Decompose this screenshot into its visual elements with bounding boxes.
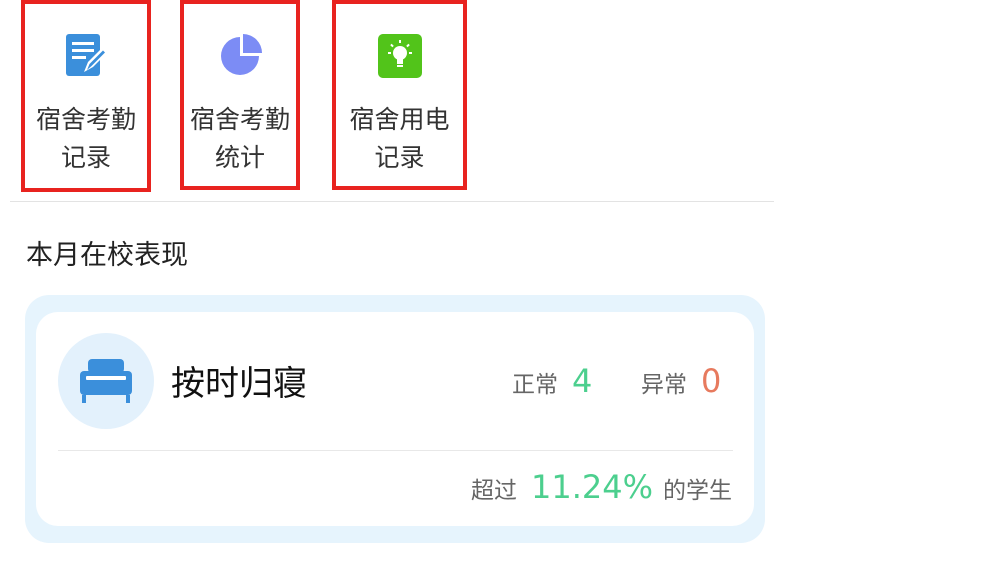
- entry-label: 宿舍用电记录: [349, 105, 450, 172]
- entry-dorm-attendance-record[interactable]: 宿舍考勤记录: [21, 0, 151, 192]
- summary: 超过 11.24% 的学生: [471, 468, 732, 506]
- summary-percent: 11.24%: [530, 468, 653, 506]
- entry-dorm-electricity-record[interactable]: 宿舍用电记录: [332, 0, 467, 190]
- entry-label: 宿舍考勤记录: [35, 105, 136, 172]
- entry-dorm-attendance-stats[interactable]: 宿舍考勤统计: [180, 0, 300, 190]
- card-divider: [58, 450, 733, 451]
- summary-prefix: 超过: [470, 478, 517, 504]
- abnormal-label: 异常: [641, 372, 687, 398]
- abnormal-stat: 异常 0: [641, 362, 721, 400]
- edit-document-icon: [59, 29, 113, 83]
- bed-icon: [58, 333, 154, 429]
- page: 宿舍考勤记录 宿舍考勤统计 宿舍用电记录 本月在校表现 按时归寝 正常 4 异常…: [0, 0, 1004, 573]
- lightbulb-icon: [373, 29, 427, 83]
- divider: [10, 201, 774, 202]
- normal-label: 正常: [512, 372, 558, 398]
- normal-value: 4: [572, 362, 593, 400]
- summary-suffix: 的学生: [663, 478, 732, 504]
- abnormal-value: 0: [701, 362, 722, 400]
- pie-chart-icon: [213, 29, 267, 83]
- entry-label: 宿舍考勤统计: [189, 105, 290, 172]
- normal-stat: 正常 4: [512, 362, 592, 400]
- performance-card: 按时归寝 正常 4 异常 0 超过 11.24% 的学生: [25, 295, 765, 543]
- section-title: 本月在校表现: [26, 240, 188, 271]
- performance-card-content[interactable]: 按时归寝 正常 4 异常 0 超过 11.24% 的学生: [36, 312, 754, 526]
- card-title: 按时归寝: [171, 364, 307, 404]
